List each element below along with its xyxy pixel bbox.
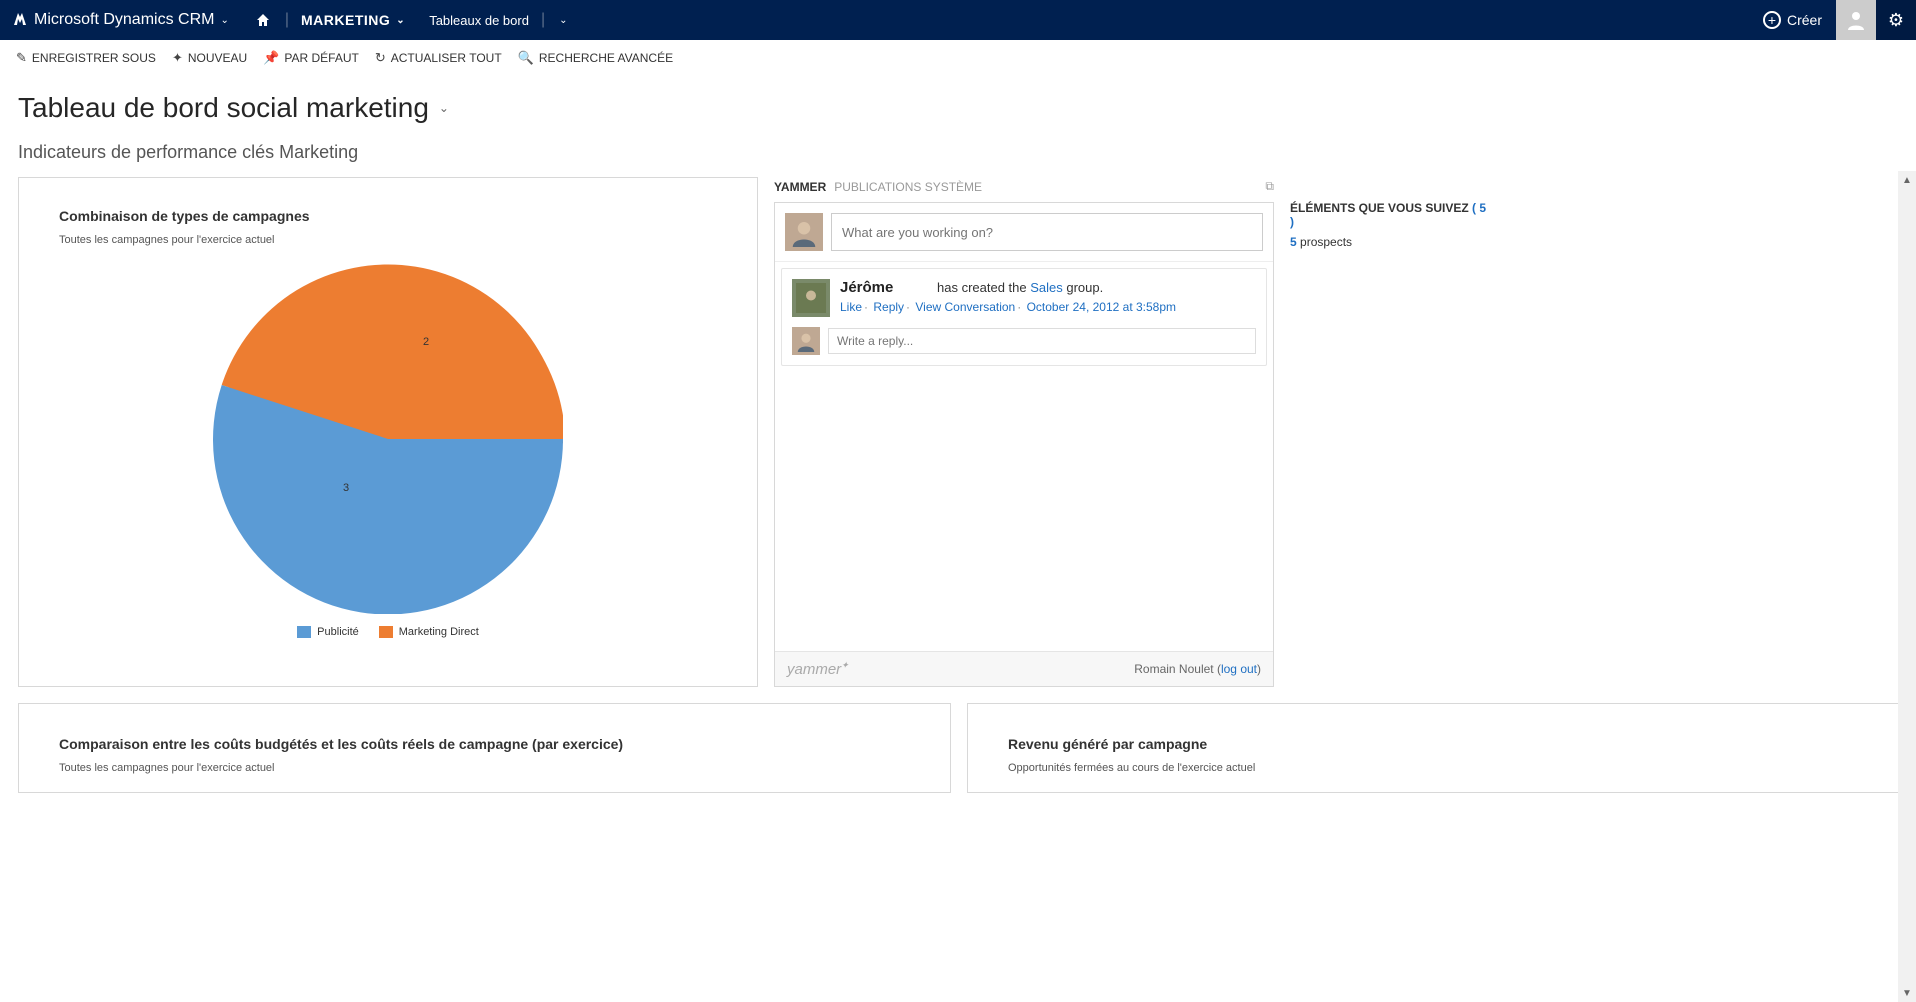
gear-icon: ⚙ [1888, 10, 1904, 31]
user-profile-button[interactable] [1836, 0, 1876, 40]
feed-item: Jérôme has created the Sales group. Like… [781, 268, 1267, 366]
yammer-logo: yammer✦ [787, 660, 849, 678]
post-group-link[interactable]: Sales [1030, 280, 1063, 295]
chevron-down-icon: ⌄ [559, 15, 567, 26]
save-as-button[interactable]: ✎ENREGISTRER SOUS [16, 50, 156, 66]
yammer-panel: YAMMER PUBLICATIONS SYSTÈME ⧉ [774, 177, 1274, 687]
yammer-tabs: YAMMER PUBLICATIONS SYSTÈME ⧉ [774, 177, 1274, 196]
budget-vs-actual-card: Comparaison entre les coûts budgétés et … [18, 703, 951, 793]
main-column: Combinaison de types de campagnes Toutes… [18, 177, 1900, 1002]
card-title: Revenu généré par campagne [1008, 736, 1859, 752]
post-meta: Like· Reply· View Conversation· October … [840, 300, 1176, 314]
compose-input[interactable] [831, 213, 1263, 251]
card-subtitle: Toutes les campagnes pour l'exercice act… [59, 762, 910, 774]
subarea-label: Tableaux de bord [429, 13, 529, 28]
chevron-down-icon: ⌄ [439, 101, 449, 115]
dashboard-content: Combinaison de types de campagnes Toutes… [0, 171, 1916, 1002]
legend-swatch [297, 626, 311, 638]
refresh-all-button[interactable]: ↻ACTUALISER TOUT [375, 50, 502, 66]
new-icon: ✦ [172, 50, 183, 66]
brand-label: Microsoft Dynamics CRM [34, 11, 214, 29]
settings-button[interactable]: ⚙ [1876, 0, 1916, 40]
like-link[interactable]: Like [840, 300, 862, 314]
brand-menu[interactable]: Microsoft Dynamics CRM ⌄ [0, 0, 241, 40]
nav-right: + Créer ⚙ [1749, 0, 1916, 40]
campaign-type-chart-card: Combinaison de types de campagnes Toutes… [18, 177, 758, 687]
save-as-icon: ✎ [16, 50, 27, 66]
plus-icon: + [1763, 11, 1781, 29]
bottom-row: Comparaison entre les coûts budgétés et … [18, 703, 1900, 793]
page-title-text: Tableau de bord social marketing [18, 92, 429, 124]
set-default-button[interactable]: 📌PAR DÉFAUT [263, 50, 359, 66]
subarea-dropdown[interactable]: ⌄ [545, 0, 575, 40]
popout-icon[interactable]: ⧉ [1265, 179, 1274, 194]
tab-system-posts[interactable]: PUBLICATIONS SYSTÈME [834, 180, 982, 194]
advanced-find-button[interactable]: 🔍RECHERCHE AVANCÉE [518, 50, 673, 66]
reply-link[interactable]: Reply [873, 300, 904, 314]
command-bar: ✎ENREGISTRER SOUS ✦NOUVEAU 📌PAR DÉFAUT ↻… [0, 40, 1916, 76]
follow-title: ÉLÉMENTS QUE VOUS SUIVEZ ( 5 ) [1290, 201, 1490, 229]
home-button[interactable] [241, 0, 285, 40]
yammer-footer-user: Romain Noulet (log out) [1134, 662, 1261, 676]
post-action-text: has created the Sales group. [937, 280, 1103, 295]
legend-item-publicite: Publicité [297, 626, 359, 638]
pin-icon: 📌 [263, 50, 279, 66]
revenue-by-campaign-card: Revenu généré par campagne Opportunités … [967, 703, 1900, 793]
page-header: Tableau de bord social marketing ⌄ Indic… [0, 76, 1916, 171]
create-button[interactable]: + Créer [1749, 0, 1836, 40]
scroll-up-button[interactable]: ▲ [1898, 171, 1916, 189]
post-author-avatar [792, 279, 830, 317]
post-content: Jérôme has created the Sales group. Like… [840, 279, 1176, 317]
card-subtitle: Opportunités fermées au cours de l'exerc… [1008, 762, 1859, 774]
logout-link[interactable]: log out [1221, 662, 1257, 676]
reply-avatar [792, 327, 820, 355]
follow-line-prospects[interactable]: 5 prospects [1290, 235, 1490, 249]
tab-yammer[interactable]: YAMMER [774, 180, 826, 194]
yammer-footer: yammer✦ Romain Noulet (log out) [775, 651, 1273, 686]
brand-logo-icon [12, 11, 28, 30]
yammer-feed: Jérôme has created the Sales group. Like… [775, 261, 1273, 651]
post-timestamp[interactable]: October 24, 2012 at 3:58pm [1027, 300, 1176, 314]
dashboard-title-selector[interactable]: Tableau de bord social marketing ⌄ [18, 92, 1898, 124]
card-title: Comparaison entre les coûts budgétés et … [59, 736, 910, 752]
legend-item-marketing-direct: Marketing Direct [379, 626, 479, 638]
chevron-down-icon: ⌄ [220, 15, 228, 26]
chart-subtitle: Toutes les campagnes pour l'exercice act… [59, 234, 717, 246]
chevron-down-icon: ⌄ [396, 15, 405, 26]
scroll-down-button[interactable]: ▼ [1898, 984, 1916, 1002]
user-icon [1844, 8, 1868, 32]
pie-value-marketing-direct: 2 [423, 336, 429, 348]
current-user-avatar [785, 213, 823, 251]
legend-swatch [379, 626, 393, 638]
create-label: Créer [1787, 12, 1822, 28]
post-author[interactable]: Jérôme [840, 279, 893, 296]
new-button[interactable]: ✦NOUVEAU [172, 50, 247, 66]
pie-value-publicite: 3 [343, 482, 349, 494]
pie-chart: 2 3 Publicité Marketing Direct [59, 264, 717, 638]
compose-row [775, 203, 1273, 261]
chart-legend: Publicité Marketing Direct [297, 626, 479, 638]
nav-left: Microsoft Dynamics CRM ⌄ | MARKETING ⌄ T… [0, 0, 575, 40]
area-menu[interactable]: MARKETING ⌄ [289, 0, 417, 40]
follow-panel: ÉLÉMENTS QUE VOUS SUIVEZ ( 5 ) 5 prospec… [1290, 177, 1490, 687]
top-nav: Microsoft Dynamics CRM ⌄ | MARKETING ⌄ T… [0, 0, 1916, 40]
binoculars-icon: 🔍 [518, 50, 534, 66]
subarea-menu[interactable]: Tableaux de bord [417, 0, 541, 40]
vertical-scrollbar[interactable]: ▲ ▼ [1898, 171, 1916, 1002]
chart-title: Combinaison de types de campagnes [59, 208, 717, 224]
yammer-body: Jérôme has created the Sales group. Like… [774, 202, 1274, 687]
area-label: MARKETING [301, 12, 390, 28]
reply-row [792, 327, 1256, 355]
refresh-icon: ↻ [375, 50, 386, 66]
section-title: Indicateurs de performance clés Marketin… [18, 142, 1898, 163]
reply-input[interactable] [828, 328, 1256, 354]
view-conversation-link[interactable]: View Conversation [915, 300, 1015, 314]
